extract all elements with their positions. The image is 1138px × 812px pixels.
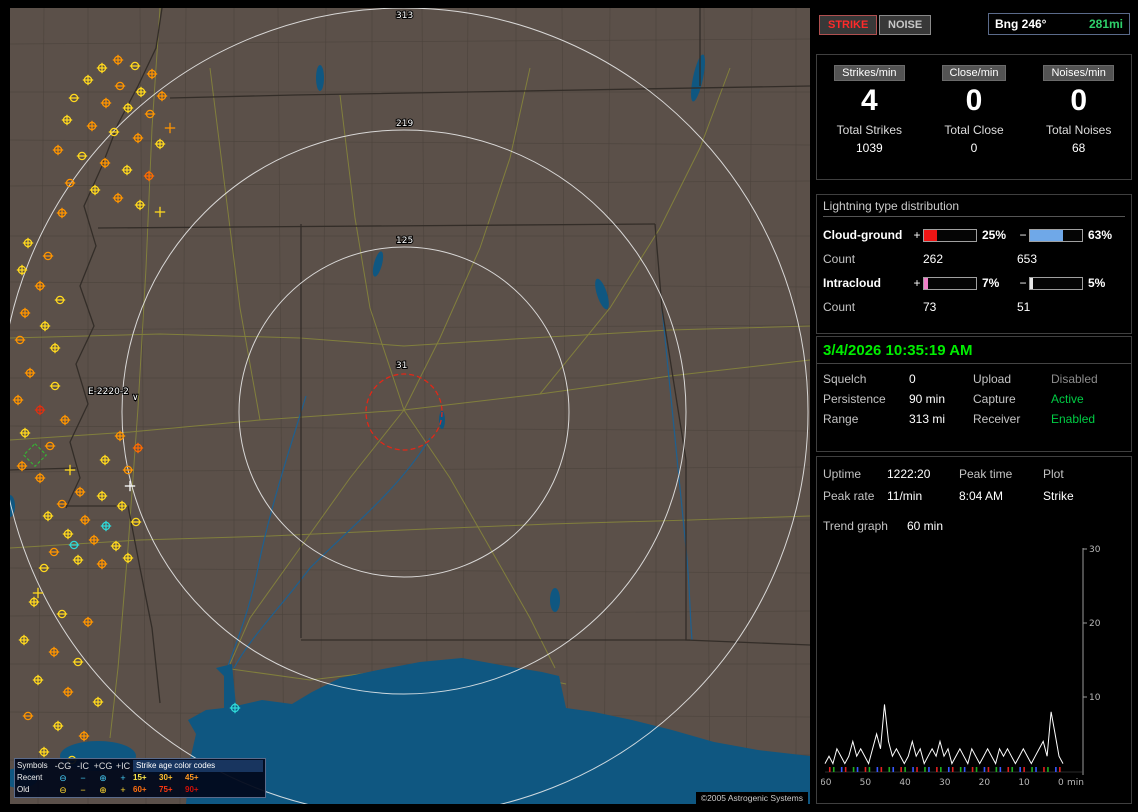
ic-positive-count: 73 bbox=[923, 300, 937, 314]
intracloud-count-row: Count 73 51 bbox=[823, 295, 1125, 319]
total-close-value: 0 bbox=[970, 141, 978, 155]
cg-negative-bar bbox=[1029, 228, 1083, 242]
svg-text:E-2220-2: E-2220-2 bbox=[88, 387, 129, 397]
svg-text:10: 10 bbox=[1089, 693, 1101, 703]
close-counter: Close/min 0 Total Close 0 bbox=[922, 55, 1027, 179]
count-label: Count bbox=[823, 252, 856, 266]
ic-negative-count: 51 bbox=[1017, 300, 1031, 314]
svg-text:30: 30 bbox=[1089, 545, 1101, 555]
persistence-label: Persistence bbox=[823, 392, 886, 406]
svg-text:313: 313 bbox=[396, 11, 413, 21]
plus-sign: + bbox=[913, 276, 921, 290]
strikes-per-min-chip: Strikes/min bbox=[834, 65, 905, 81]
plot-value: Strike bbox=[1043, 489, 1074, 503]
total-close-label: Total Close bbox=[944, 123, 1004, 137]
datetime-display: 3/4/2026 10:35:19 AM bbox=[817, 337, 1131, 364]
plot-label: Plot bbox=[1043, 467, 1064, 481]
total-noises-label: Total Noises bbox=[1045, 123, 1112, 137]
map-legend: Symbols -CG -IC +CG +IC Strike age color code… bbox=[14, 758, 266, 798]
ic-negative-pct: 5% bbox=[1088, 276, 1106, 290]
trend-window-value: 60 min bbox=[907, 519, 944, 533]
strike-button[interactable]: STRIKE bbox=[819, 15, 878, 35]
trend-graph: 10 20 30 60 50 40 30 20 10 0 min bbox=[821, 545, 1101, 788]
svg-text:0: 0 bbox=[1058, 778, 1064, 788]
noise-button[interactable]: NOISE bbox=[879, 15, 932, 35]
strikes-counter: Strikes/min 4 Total Strikes 1039 bbox=[817, 55, 922, 179]
count-label: Count bbox=[823, 300, 856, 314]
capture-value: Active bbox=[1051, 392, 1084, 406]
rate-counters: Strikes/min 4 Total Strikes 1039 Close/m… bbox=[816, 54, 1132, 180]
ic-negative-bar bbox=[1029, 276, 1083, 290]
close-per-min-value: 0 bbox=[965, 84, 983, 117]
status-panel: STRIKE NOISE Bng 246° 281mi Strikes/min … bbox=[816, 8, 1134, 804]
settings-table: Squelch 0 Upload Disabled Persistence 90… bbox=[817, 364, 1131, 429]
total-noises-value: 68 bbox=[1072, 141, 1086, 155]
strikes-per-min-value: 4 bbox=[860, 84, 878, 117]
cg-positive-bar bbox=[923, 228, 977, 242]
svg-text:125: 125 bbox=[396, 236, 413, 246]
cloud-ground-label: Cloud-ground bbox=[823, 228, 903, 242]
ic-positive-bar bbox=[923, 276, 977, 290]
svg-text:20: 20 bbox=[1089, 619, 1101, 629]
capture-label: Capture bbox=[973, 392, 1016, 406]
receiver-status: 3/4/2026 10:35:19 AM Squelch 0 Upload Di… bbox=[816, 336, 1132, 452]
cg-negative-count: 653 bbox=[1017, 252, 1038, 266]
intracloud-row: Intracloud + 7% − 5% bbox=[823, 271, 1125, 295]
bearing-box: Bng 246° 281mi bbox=[988, 13, 1130, 35]
intracloud-label: Intracloud bbox=[823, 276, 882, 290]
ic-positive-pct: 7% bbox=[982, 276, 1000, 290]
noises-counter: Noises/min 0 Total Noises 68 bbox=[1026, 55, 1131, 179]
receiver-value: Enabled bbox=[1051, 412, 1096, 426]
map-canvas[interactable]: 313 219 125 31 E-2220-2∨ bbox=[10, 8, 810, 804]
persistence-value: 90 min bbox=[909, 392, 946, 406]
svg-text:30: 30 bbox=[939, 778, 951, 788]
receiver-label: Receiver bbox=[973, 412, 1021, 426]
cg-positive-count: 262 bbox=[923, 252, 944, 266]
svg-text:min: min bbox=[1067, 778, 1084, 788]
svg-text:60: 60 bbox=[821, 778, 832, 788]
lightning-map[interactable]: 313 219 125 31 E-2220-2 ∨ Symbols -CG -IC +CG +I… bbox=[10, 8, 810, 804]
range-value: 313 mi bbox=[909, 412, 946, 426]
cloud-ground-count-row: Count 262 653 bbox=[823, 247, 1125, 271]
toolbar: STRIKE NOISE Bng 246° 281mi bbox=[816, 8, 1132, 44]
cloud-ground-row: Cloud-ground + 25% − 63% bbox=[823, 223, 1125, 247]
range-label: Range bbox=[823, 412, 859, 426]
peak-time-value: 8:04 AM bbox=[959, 489, 1004, 503]
total-strikes-label: Total Strikes bbox=[836, 123, 903, 137]
peak-rate-value: 11/min bbox=[887, 489, 923, 503]
upload-label: Upload bbox=[973, 372, 1012, 386]
svg-text:40: 40 bbox=[899, 778, 911, 788]
cg-positive-pct: 25% bbox=[982, 228, 1007, 242]
squelch-label: Squelch bbox=[823, 372, 867, 386]
svg-text:20: 20 bbox=[979, 778, 991, 788]
minus-sign: − bbox=[1019, 276, 1027, 290]
svg-text:31: 31 bbox=[396, 361, 407, 371]
bearing-value: 281mi bbox=[1088, 17, 1123, 31]
lightning-distribution: Lightning type distribution Cloud-ground… bbox=[816, 194, 1132, 334]
svg-text:∨: ∨ bbox=[132, 393, 139, 403]
noises-per-min-value: 0 bbox=[1070, 84, 1088, 117]
svg-text:50: 50 bbox=[860, 778, 872, 788]
uptime-label: Uptime bbox=[823, 467, 862, 481]
svg-text:219: 219 bbox=[396, 119, 413, 129]
peak-time-label: Peak time bbox=[959, 467, 1013, 481]
bearing-label: Bng 246° bbox=[995, 17, 1047, 31]
uptime-value: 1222:20 bbox=[887, 467, 931, 481]
peak-rate-label: Peak rate bbox=[823, 489, 875, 503]
copyright-text: ©2005 Astrogenic Systems bbox=[695, 792, 808, 804]
statistics-section: Uptime 1222:20 Peak time Plot Peak rate … bbox=[816, 456, 1132, 804]
distribution-title: Lightning type distribution bbox=[823, 199, 1125, 217]
svg-text:10: 10 bbox=[1018, 778, 1030, 788]
squelch-value: 0 bbox=[909, 372, 916, 386]
upload-value: Disabled bbox=[1051, 372, 1098, 386]
plus-sign: + bbox=[913, 228, 921, 242]
total-strikes-value: 1039 bbox=[855, 141, 883, 155]
cg-negative-pct: 63% bbox=[1088, 228, 1113, 242]
minus-sign: − bbox=[1019, 228, 1027, 242]
close-per-min-chip: Close/min bbox=[941, 65, 1007, 81]
trend-graph-label: Trend graph bbox=[823, 519, 888, 533]
noises-per-min-chip: Noises/min bbox=[1043, 65, 1114, 81]
